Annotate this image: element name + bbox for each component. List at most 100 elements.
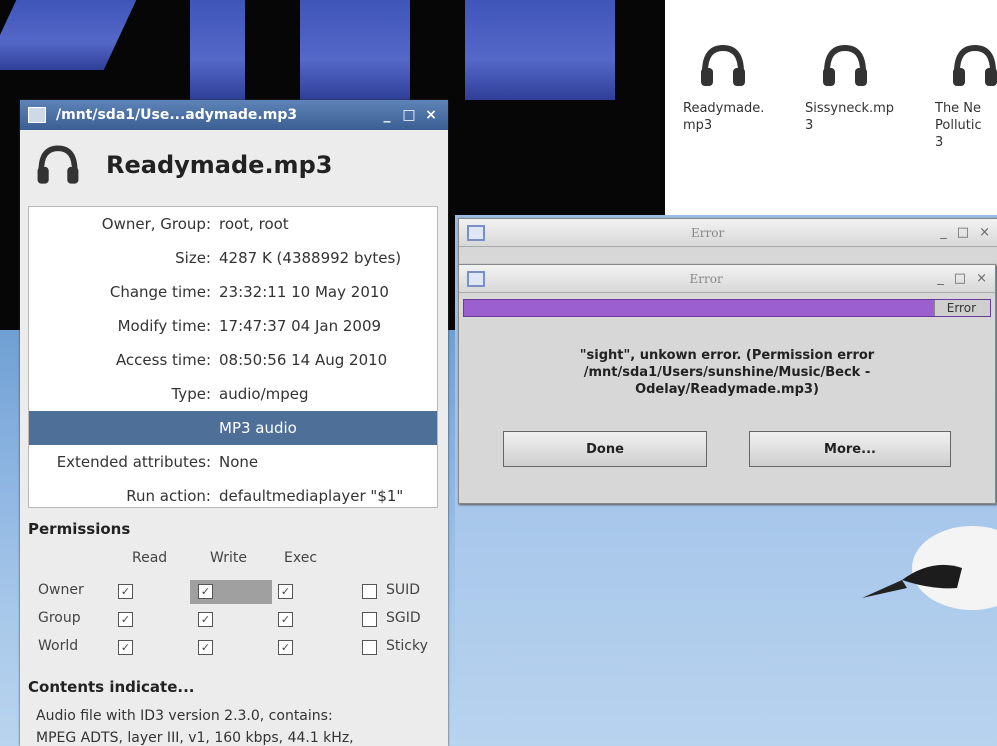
wallpaper-logo-shape <box>190 0 245 100</box>
error-dialog-back: Error _ □ × <box>458 218 997 268</box>
info-row-change-time: Change time: 23:32:11 10 May 2010 <box>29 275 437 309</box>
file-info-table: Owner, Group: root, root Size: 4287 K (4… <box>28 206 438 508</box>
error-dialog-titlebar[interactable]: Error _ □ × <box>459 219 997 247</box>
desktop-file-label: 3 <box>805 118 814 133</box>
desktop-file-readymade[interactable]: Readymade. mp3 <box>683 38 764 134</box>
maximize-button[interactable]: □ <box>957 225 969 240</box>
wallpaper-logo-shape <box>465 0 615 100</box>
minimize-button[interactable]: _ <box>937 271 944 286</box>
window-titlebar[interactable]: /mnt/sda1/Use...adymade.mp3 _ □ × <box>20 100 448 130</box>
perm-row-owner: Owner SUID <box>20 578 448 606</box>
maximize-button[interactable]: □ <box>400 107 418 123</box>
error-dialog-title: Error <box>689 271 723 286</box>
world-write-checkbox[interactable] <box>198 640 213 655</box>
maximize-button[interactable]: □ <box>954 271 966 286</box>
error-message: "sight", unkown error. (Permission error… <box>459 347 995 398</box>
minimize-button[interactable]: _ <box>378 107 396 123</box>
window-icon <box>467 270 485 287</box>
desktop-file-label: 3 <box>935 135 944 150</box>
info-key: Owner, Group: <box>101 215 211 233</box>
info-value: 23:32:11 10 May 2010 <box>219 283 389 301</box>
window-app-icon <box>28 107 46 123</box>
world-read-checkbox[interactable] <box>118 640 133 655</box>
contents-heading: Contents indicate... <box>28 678 195 696</box>
desktop-file-label: Pollutic <box>935 118 982 133</box>
suid-label: SUID <box>386 582 421 598</box>
minimize-button[interactable]: _ <box>940 225 947 240</box>
info-row-type-description[interactable]: MP3 audio <box>29 411 437 445</box>
owner-read-checkbox[interactable] <box>118 584 133 599</box>
perm-row-world: World Sticky <box>20 634 448 662</box>
owner-write-checkbox[interactable] <box>198 584 213 599</box>
perm-row-group: Group SGID <box>20 606 448 634</box>
info-value: audio/mpeg <box>219 385 309 403</box>
info-value: 4287 K (4388992 bytes) <box>219 249 402 267</box>
more-button[interactable]: More... <box>749 431 951 467</box>
headphones-icon <box>817 38 873 94</box>
suid-checkbox[interactable] <box>362 584 377 599</box>
desktop-file-label: Sissyneck.mp <box>805 101 895 116</box>
headphones-icon <box>32 139 84 191</box>
info-key: Extended attributes: <box>56 453 211 471</box>
info-value: MP3 audio <box>219 419 297 437</box>
permissions-heading: Permissions <box>28 520 131 538</box>
perm-row-label: Owner <box>38 582 84 598</box>
close-button[interactable]: × <box>976 271 987 286</box>
info-row-modify-time: Modify time: 17:47:37 04 Jan 2009 <box>29 309 437 343</box>
info-row-access-time: Access time: 08:50:56 14 Aug 2010 <box>29 343 437 377</box>
world-exec-checkbox[interactable] <box>278 640 293 655</box>
group-read-checkbox[interactable] <box>118 612 133 627</box>
close-button[interactable]: × <box>422 107 440 123</box>
info-key: Type: <box>171 385 211 403</box>
desktop-file-sissyneck[interactable]: Sissyneck.mp 3 <box>805 38 895 134</box>
perm-column-exec: Exec <box>284 550 318 566</box>
contents-line: Audio file with ID3 version 2.3.0, conta… <box>36 708 333 724</box>
error-dialog: Error _ □ × Error "sight", unkown error.… <box>458 264 996 504</box>
contents-description: Audio file with ID3 version 2.3.0, conta… <box>36 705 436 746</box>
wallpaper-logo-shape <box>300 0 410 100</box>
sticky-label: Sticky <box>386 638 428 654</box>
desktop-file-new-pollution[interactable]: The Ne Pollutic 3 <box>935 38 997 151</box>
info-key: Modify time: <box>117 317 211 335</box>
window-title: /mnt/sda1/Use...adymade.mp3 <box>56 107 298 123</box>
info-row-type: Type: audio/mpeg <box>29 377 437 411</box>
error-message-line: Odelay/Readymade.mp3) <box>635 382 819 397</box>
group-write-checkbox[interactable] <box>198 612 213 627</box>
error-progress-bar: Error <box>463 299 991 317</box>
info-row-extended-attributes: Extended attributes: None <box>29 445 437 479</box>
perm-column-write: Write <box>210 550 247 566</box>
headphones-icon <box>947 38 997 94</box>
sgid-label: SGID <box>386 610 421 626</box>
wallpaper-logo-shape <box>0 0 137 70</box>
file-properties-window: /mnt/sda1/Use...adymade.mp3 _ □ × Readym… <box>20 100 448 746</box>
info-value: 17:47:37 04 Jan 2009 <box>219 317 382 335</box>
window-icon <box>467 224 485 241</box>
bird-wallpaper-image <box>862 526 997 610</box>
perm-row-label: Group <box>38 610 81 626</box>
close-button[interactable]: × <box>979 225 990 240</box>
error-dialog-titlebar[interactable]: Error _ □ × <box>459 265 995 293</box>
desktop-file-label: The Ne <box>935 101 982 116</box>
info-value: None <box>219 453 259 471</box>
file-name-heading: Readymade.mp3 <box>106 151 333 179</box>
group-exec-checkbox[interactable] <box>278 612 293 627</box>
perm-row-label: World <box>38 638 79 654</box>
info-key: Run action: <box>126 487 211 505</box>
info-value: defaultmediaplayer "$1" <box>219 487 404 505</box>
error-message-line: /mnt/sda1/Users/sunshine/Music/Beck - <box>583 365 871 380</box>
done-button[interactable]: Done <box>503 431 707 467</box>
info-value: root, root <box>219 215 289 233</box>
info-key: Size: <box>175 249 211 267</box>
info-row-size: Size: 4287 K (4388992 bytes) <box>29 241 437 275</box>
permissions-grid: Read Write Exec Owner SUID Group SGID Wo… <box>20 550 448 655</box>
error-dialog-title: Error <box>691 225 725 240</box>
owner-exec-checkbox[interactable] <box>278 584 293 599</box>
info-value: 08:50:56 14 Aug 2010 <box>219 351 388 369</box>
sticky-checkbox[interactable] <box>362 640 377 655</box>
headphones-icon <box>695 38 751 94</box>
info-key: Change time: <box>109 283 211 301</box>
error-message-line: "sight", unkown error. (Permission error <box>579 348 875 363</box>
info-row-run-action: Run action: defaultmediaplayer "$1" <box>29 479 437 513</box>
info-key: Access time: <box>115 351 211 369</box>
sgid-checkbox[interactable] <box>362 612 377 627</box>
